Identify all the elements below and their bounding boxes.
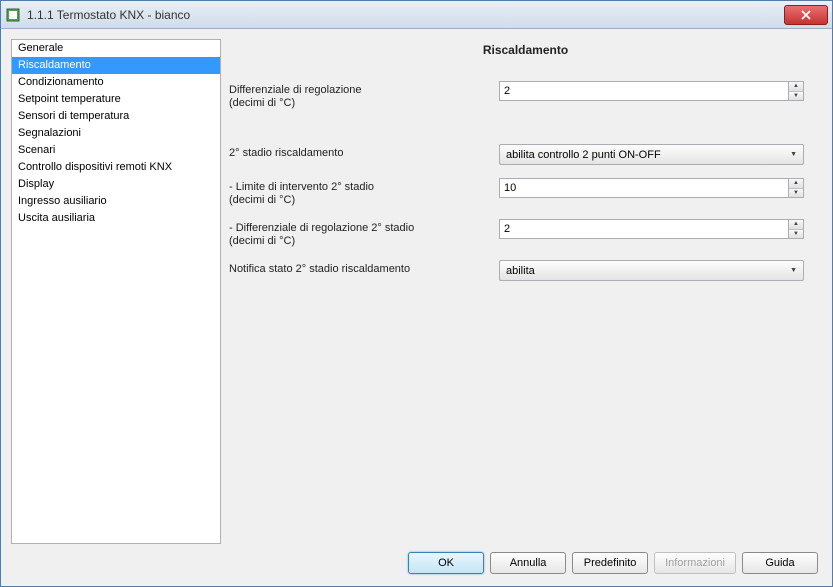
chevron-down-icon: ▼ <box>790 267 797 274</box>
row-diff-reg: Differenziale di regolazione (decimi di … <box>229 81 804 110</box>
spinner-diff-reg[interactable]: ▲ ▼ <box>499 81 804 101</box>
form-area: Differenziale di regolazione (decimi di … <box>229 71 822 294</box>
spinner-up-icon[interactable]: ▲ <box>789 82 803 92</box>
select-second-stage[interactable]: abilita controllo 2 punti ON-OFF ▼ <box>499 144 804 165</box>
help-button[interactable]: Guida <box>742 552 818 574</box>
main-area: Generale Riscaldamento Condizionamento S… <box>11 39 822 544</box>
titlebar: 1.1.1 Termostato KNX - bianco <box>1 1 832 29</box>
ok-button[interactable]: OK <box>408 552 484 574</box>
close-button[interactable] <box>784 5 828 25</box>
content: Generale Riscaldamento Condizionamento S… <box>1 29 832 586</box>
label-notify-second: Notifica stato 2° stadio riscaldamento <box>229 260 499 276</box>
label-diff-second: - Differenziale di regolazione 2° stadio… <box>229 219 499 248</box>
spinner-limit-second[interactable]: ▲ ▼ <box>499 178 804 198</box>
spinner-down-icon[interactable]: ▼ <box>789 189 803 198</box>
sidebar-item-sensori[interactable]: Sensori di temperatura <box>12 108 220 125</box>
row-diff-second: - Differenziale di regolazione 2° stadio… <box>229 219 804 248</box>
spinner-up-icon[interactable]: ▲ <box>789 220 803 230</box>
sidebar-item-uscita-aux[interactable]: Uscita ausiliaria <box>12 210 220 227</box>
label-second-stage: 2° stadio riscaldamento <box>229 144 499 160</box>
default-button[interactable]: Predefinito <box>572 552 648 574</box>
window: 1.1.1 Termostato KNX - bianco Generale R… <box>0 0 833 587</box>
panel: Riscaldamento Differenziale di regolazio… <box>229 39 822 544</box>
input-diff-reg[interactable] <box>499 81 788 101</box>
panel-title: Riscaldamento <box>229 39 822 71</box>
sidebar-item-display[interactable]: Display <box>12 176 220 193</box>
select-second-stage-value: abilita controllo 2 punti ON-OFF <box>506 149 790 161</box>
input-limit-second[interactable] <box>499 178 788 198</box>
cancel-button[interactable]: Annulla <box>490 552 566 574</box>
row-notify-second: Notifica stato 2° stadio riscaldamento a… <box>229 260 804 282</box>
button-bar: OK Annulla Predefinito Informazioni Guid… <box>11 544 822 576</box>
row-limit-second: - Limite di intervento 2° stadio (decimi… <box>229 178 804 207</box>
sidebar: Generale Riscaldamento Condizionamento S… <box>11 39 221 544</box>
input-diff-second[interactable] <box>499 219 788 239</box>
sidebar-item-riscaldamento[interactable]: Riscaldamento <box>12 57 220 74</box>
sidebar-item-segnalazioni[interactable]: Segnalazioni <box>12 125 220 142</box>
select-notify-second[interactable]: abilita ▼ <box>499 260 804 281</box>
sidebar-item-scenari[interactable]: Scenari <box>12 142 220 159</box>
info-button: Informazioni <box>654 552 736 574</box>
select-notify-second-value: abilita <box>506 265 790 277</box>
spinner-down-icon[interactable]: ▼ <box>789 92 803 101</box>
sidebar-item-ingresso-aux[interactable]: Ingresso ausiliario <box>12 193 220 210</box>
sidebar-item-condizionamento[interactable]: Condizionamento <box>12 74 220 91</box>
label-limit-second: - Limite di intervento 2° stadio (decimi… <box>229 178 499 207</box>
sidebar-item-generale[interactable]: Generale <box>12 40 220 57</box>
spinner-up-icon[interactable]: ▲ <box>789 179 803 189</box>
chevron-down-icon: ▼ <box>790 151 797 158</box>
sidebar-item-controllo-remoti[interactable]: Controllo dispositivi remoti KNX <box>12 159 220 176</box>
window-title: 1.1.1 Termostato KNX - bianco <box>27 8 784 22</box>
app-icon <box>5 7 21 23</box>
sidebar-item-setpoint[interactable]: Setpoint temperature <box>12 91 220 108</box>
row-second-stage: 2° stadio riscaldamento abilita controll… <box>229 144 804 166</box>
spinner-diff-second[interactable]: ▲ ▼ <box>499 219 804 239</box>
spinner-down-icon[interactable]: ▼ <box>789 230 803 239</box>
label-diff-reg: Differenziale di regolazione (decimi di … <box>229 81 499 110</box>
